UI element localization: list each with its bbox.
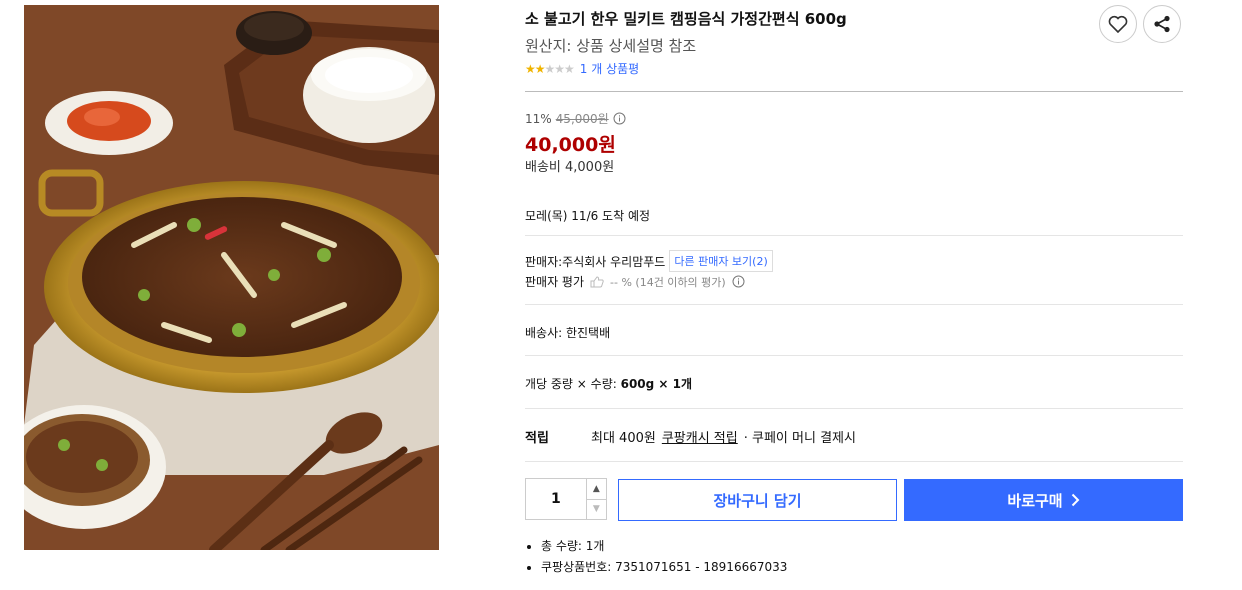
original-price: 45,000원 xyxy=(555,112,609,126)
total-quantity: 총 수량: 1개 xyxy=(541,537,787,554)
heart-icon xyxy=(1108,15,1128,33)
chevron-right-icon xyxy=(1071,493,1080,507)
quantity-input[interactable]: 1 xyxy=(526,479,586,519)
review-count-link[interactable]: 1 개 상품평 xyxy=(580,60,639,77)
product-image xyxy=(24,5,439,550)
quantity-increase-button[interactable]: ▲ xyxy=(586,479,606,500)
discount-rate: 11% xyxy=(525,111,552,126)
chevron-down-icon: ▼ xyxy=(592,504,600,515)
seller-rating-row: 판매자 평가 -- % (14건 이하의 평가) xyxy=(525,273,745,290)
seller-name: 판매자:주식회사 우리맘푸드 xyxy=(525,254,666,269)
option-label: 개당 중량 × 수량: xyxy=(525,377,621,391)
other-sellers-button[interactable]: 다른 판매자 보기(2) xyxy=(669,250,773,272)
option-value: 600g × 1개 xyxy=(620,377,693,391)
discount-row: 11% 45,000원 xyxy=(525,110,626,127)
origin-text: 원산지: 상품 상세설명 참조 xyxy=(525,37,697,55)
divider xyxy=(525,408,1183,409)
shipping-fee: 배송비 4,000원 xyxy=(525,160,615,175)
divider xyxy=(525,461,1183,462)
reward-amount: 최대 400원 xyxy=(591,431,656,446)
product-title: 소 불고기 한우 밀키트 캠핑음식 가정간편식 600g xyxy=(525,10,847,28)
option-summary: 개당 중량 × 수량: 600g × 1개 xyxy=(525,375,692,392)
purchase-summary-list: 총 수량: 1개 쿠팡상품번호: 7351071651 - 1891666703… xyxy=(525,537,787,579)
seller-rating-label: 판매자 평가 xyxy=(525,275,585,289)
add-to-cart-button[interactable]: 장바구니 담기 xyxy=(618,479,897,521)
quantity-decrease-button[interactable]: ▼ xyxy=(587,500,606,520)
info-icon[interactable] xyxy=(732,275,745,288)
seller-rating-value: -- % (14건 이하의 평가) xyxy=(610,275,726,289)
buy-now-label: 바로구매 xyxy=(1007,491,1063,510)
info-icon[interactable] xyxy=(613,112,626,125)
arrival-date: 모레(목) 11/6 도착 예정 xyxy=(525,209,651,223)
divider xyxy=(525,91,1183,92)
courier-text: 배송사: 한진택배 xyxy=(525,326,611,340)
wishlist-button[interactable] xyxy=(1099,5,1137,43)
reward-row: 적립 최대 400원 쿠팡캐시 적립 · 쿠페이 머니 결제시 xyxy=(525,427,856,446)
product-number: 쿠팡상품번호: 7351071651 - 18916667033 xyxy=(541,558,787,575)
rating-stars: ★★★★★ xyxy=(525,61,575,76)
quantity-stepper: 1 ▲ ▼ xyxy=(525,478,607,520)
chevron-up-icon: ▲ xyxy=(592,483,600,494)
seller-row: 판매자:주식회사 우리맘푸드 다른 판매자 보기(2) xyxy=(525,250,773,272)
divider xyxy=(525,304,1183,305)
rating-row: ★★★★★ 1 개 상품평 xyxy=(525,60,639,77)
buy-now-button[interactable]: 바로구매 xyxy=(904,479,1183,521)
reward-label: 적립 xyxy=(525,431,549,446)
divider xyxy=(525,235,1183,236)
divider xyxy=(525,355,1183,356)
reward-suffix: · 쿠페이 머니 결제시 xyxy=(743,431,856,446)
share-button[interactable] xyxy=(1143,5,1181,43)
sale-price: 40,000원 xyxy=(525,134,616,156)
share-icon xyxy=(1154,15,1170,33)
coupang-cash-link[interactable]: 쿠팡캐시 적립 xyxy=(662,427,738,446)
thumbs-up-icon xyxy=(590,275,604,287)
